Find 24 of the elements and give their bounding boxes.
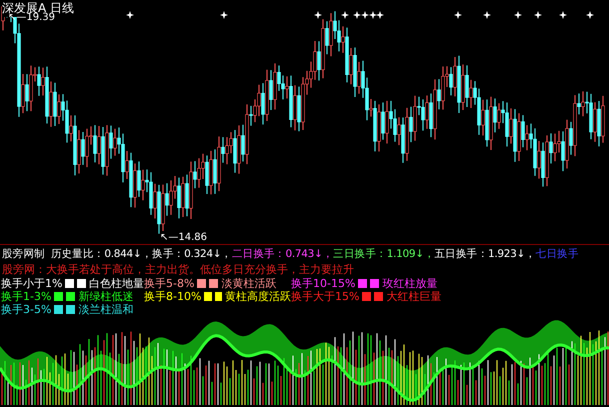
turnover-reading: 七日换手 <box>536 247 579 261</box>
low-price-label: ↖—14.86 <box>160 232 208 243</box>
high-price-label: ↖—19.39 <box>8 12 56 23</box>
legend-label: 换手5-8% <box>144 276 194 291</box>
legend-description: 大红柱巨量 <box>386 289 442 304</box>
legend-label: 换手1-3% <box>1 289 52 304</box>
legend-label: 换手小于1% <box>1 276 62 291</box>
legend-description: 白色柱地量 <box>88 276 144 290</box>
legend-label: 换手3-5% <box>1 302 52 317</box>
legend-description: 玫红柱放量 <box>382 276 438 291</box>
legend-label: 换手大于15% <box>291 289 360 304</box>
indicator-name: 股旁网制 <box>2 247 45 261</box>
legend-description: 新绿柱低迷 <box>78 289 134 304</box>
turnover-reading: 三日换手：1.109↓， <box>333 247 434 261</box>
indicator-note: 股旁网：大换手若处于高位，主力出货。低位多日充分换手，主力要拉升 <box>1 262 355 277</box>
turnover-reading: 历史量比：0.844↓， <box>50 247 152 261</box>
legend-description: 淡兰柱温和 <box>78 302 134 317</box>
legend-label: 换手10-15% <box>291 276 356 291</box>
legend-label: 换手8-10% <box>144 289 202 304</box>
turnover-reading: 二日换手：0.743↓， <box>232 247 334 261</box>
turnover-reading: 五日换手：1.923↓， <box>434 247 536 261</box>
legend-description: 黄柱高度活跃 <box>224 289 291 304</box>
legend-description: 淡黄柱活跃 <box>221 276 276 290</box>
turnover-reading: 换手：0.324↓， <box>152 247 232 261</box>
